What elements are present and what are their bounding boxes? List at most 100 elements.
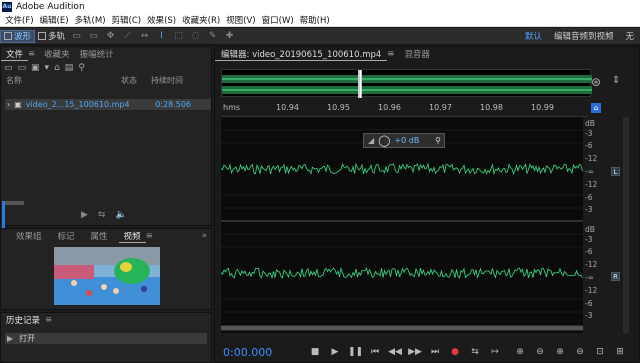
- pause-icon[interactable]: ❚❚: [348, 346, 363, 358]
- panel-menu-icon[interactable]: ≡: [45, 315, 52, 325]
- db-label: -3: [585, 205, 593, 214]
- pin-icon[interactable]: ⚲: [435, 136, 444, 145]
- left-channel-toggle[interactable]: L: [611, 167, 620, 176]
- panel-menu-icon[interactable]: ≡: [387, 49, 394, 59]
- ruler-unit: hms: [223, 103, 241, 112]
- marquee-tool-icon[interactable]: ⬚: [172, 31, 185, 42]
- multitrack-label: 多轨: [48, 32, 66, 42]
- menu-window[interactable]: 窗口(W): [259, 14, 297, 26]
- razor-tool-icon[interactable]: ⟋: [121, 31, 134, 42]
- zoom-selection-icon[interactable]: ⊞: [613, 346, 627, 358]
- volume-icon[interactable]: 🔈: [115, 210, 126, 220]
- file-row[interactable]: › ▣ video_2...15_100610.mp4 0:28.506: [5, 99, 211, 110]
- menu-clip[interactable]: 剪辑(C): [109, 14, 145, 26]
- zoom-out-amplitude-icon[interactable]: ⊖: [533, 346, 547, 358]
- spectral-display-icon[interactable]: ▭: [70, 31, 83, 42]
- menu-effects[interactable]: 效果(S): [144, 14, 179, 26]
- zoom-navigator-icon[interactable]: ⊛: [591, 75, 601, 89]
- column-name[interactable]: 名称: [6, 75, 121, 86]
- menu-help[interactable]: 帮助(H): [297, 14, 333, 26]
- record-icon[interactable]: ●: [448, 346, 462, 358]
- db-label: -3: [585, 235, 593, 244]
- open-folder-icon[interactable]: ▭: [4, 63, 13, 73]
- menu-multitrack[interactable]: 多轨(M): [72, 14, 109, 26]
- scroll-thumb[interactable]: [221, 326, 583, 330]
- filter-icon[interactable]: ▤: [65, 63, 74, 73]
- new-file-icon[interactable]: ▣: [31, 63, 40, 73]
- skip-selection-icon[interactable]: ↦: [488, 346, 502, 358]
- menu-bar: 文件(F) 编辑(E) 多轨(M) 剪辑(C) 效果(S) 收藏夹(R) 视图(…: [0, 13, 640, 27]
- multitrack-view-button[interactable]: 多轨: [35, 30, 68, 43]
- delete-icon[interactable]: ⌂: [54, 63, 60, 73]
- go-to-start-icon[interactable]: ⏮: [368, 346, 382, 358]
- tab-mixer[interactable]: 混音器: [394, 48, 440, 60]
- panel-menu-icon[interactable]: ≡: [146, 231, 153, 241]
- file-duration: 0:28.506: [155, 100, 191, 109]
- tab-video[interactable]: 视频: [118, 230, 146, 243]
- play-preview-icon[interactable]: ▶: [81, 210, 88, 220]
- timecode-display[interactable]: 0:00.000: [215, 346, 305, 359]
- tab-history[interactable]: 历史记录: [1, 314, 45, 326]
- video-preview: [54, 247, 160, 305]
- snap-icon[interactable]: ⌂: [591, 103, 601, 113]
- vertical-scrollbar[interactable]: [623, 117, 629, 333]
- search-icon[interactable]: ⚲: [78, 63, 85, 73]
- zoom-in-amplitude-icon[interactable]: ⊕: [513, 346, 527, 358]
- tab-favorites[interactable]: 收藏夹: [39, 48, 75, 60]
- brush-tool-icon[interactable]: ✎: [206, 31, 219, 42]
- tab-effects-rack[interactable]: 效果组: [11, 230, 47, 242]
- move-tool-icon[interactable]: ✥: [104, 31, 117, 42]
- horizontal-scrollbar[interactable]: [221, 325, 583, 331]
- stop-icon[interactable]: ■: [308, 346, 322, 358]
- pitch-display-icon[interactable]: ▭: [87, 31, 100, 42]
- zoom-vertical-icon[interactable]: ⇕: [612, 75, 620, 86]
- waveform-icon: [4, 32, 12, 40]
- panel-overflow-icon[interactable]: »: [202, 231, 211, 241]
- db-label: -∞: [585, 167, 594, 176]
- expand-arrow-icon[interactable]: ›: [7, 100, 10, 109]
- slip-tool-icon[interactable]: ↔: [138, 31, 151, 42]
- loop-preview-icon[interactable]: ⇆: [98, 210, 106, 220]
- files-scrollbar[interactable]: [4, 201, 24, 205]
- waveform-overview[interactable]: [221, 69, 592, 98]
- menu-file[interactable]: 文件(F): [2, 14, 37, 26]
- right-channel-toggle[interactable]: R: [611, 272, 620, 281]
- menu-edit[interactable]: 编辑(E): [37, 14, 72, 26]
- menu-favorites[interactable]: 收藏夹(R): [179, 14, 223, 26]
- panel-menu-icon[interactable]: ≡: [28, 49, 39, 59]
- tab-files[interactable]: 文件: [1, 48, 29, 61]
- zoom-out-full-icon[interactable]: ⊡: [593, 346, 607, 358]
- db-label: -3: [585, 129, 593, 138]
- db-label: -12: [585, 260, 598, 269]
- workspace-edit-audio-to-video[interactable]: 编辑音频到视频: [548, 30, 620, 42]
- workspace-none[interactable]: 无: [619, 30, 640, 42]
- time-selection-tool-icon[interactable]: I: [155, 31, 168, 42]
- zoom-out-time-icon[interactable]: ⊖: [573, 346, 587, 358]
- tab-properties[interactable]: 属性: [86, 230, 113, 242]
- menu-view[interactable]: 视图(V): [223, 14, 258, 26]
- rewind-icon[interactable]: ◀◀: [388, 346, 402, 358]
- gain-value[interactable]: +0 dB: [394, 136, 419, 145]
- import-icon[interactable]: ▭: [18, 63, 27, 73]
- workspace-default[interactable]: 默认: [519, 30, 548, 42]
- play-icon[interactable]: ▶: [328, 346, 342, 358]
- gain-knob-icon[interactable]: ◯: [378, 134, 390, 147]
- go-to-end-icon[interactable]: ⏭: [428, 346, 442, 358]
- zoom-in-time-icon[interactable]: ⊕: [553, 346, 567, 358]
- tab-markers[interactable]: 标记: [53, 230, 80, 242]
- lasso-tool-icon[interactable]: ◌: [189, 31, 202, 42]
- time-ruler[interactable]: hms 10.94 10.95 10.96 10.97 10.98 10.99: [221, 101, 587, 117]
- tab-editor[interactable]: 编辑器: video_20190615_100610.mp4: [215, 48, 388, 61]
- title-bar: Au Adobe Audition: [0, 0, 640, 13]
- waveform-display[interactable]: [220, 116, 583, 333]
- ruler-tick: 10.96: [378, 103, 401, 112]
- fast-forward-icon[interactable]: ▶▶: [408, 346, 422, 358]
- column-status[interactable]: 状态: [121, 75, 151, 86]
- insert-icon[interactable]: ▾: [45, 63, 50, 73]
- column-duration[interactable]: 持续时间: [151, 75, 183, 86]
- loop-icon[interactable]: ⇆: [468, 346, 482, 358]
- spot-healing-tool-icon[interactable]: ✚: [223, 31, 236, 42]
- waveform-view-button[interactable]: 波形: [0, 29, 36, 43]
- tab-amplitude-stats[interactable]: 振幅统计: [75, 48, 119, 60]
- history-item[interactable]: ▶ 打开: [5, 333, 207, 344]
